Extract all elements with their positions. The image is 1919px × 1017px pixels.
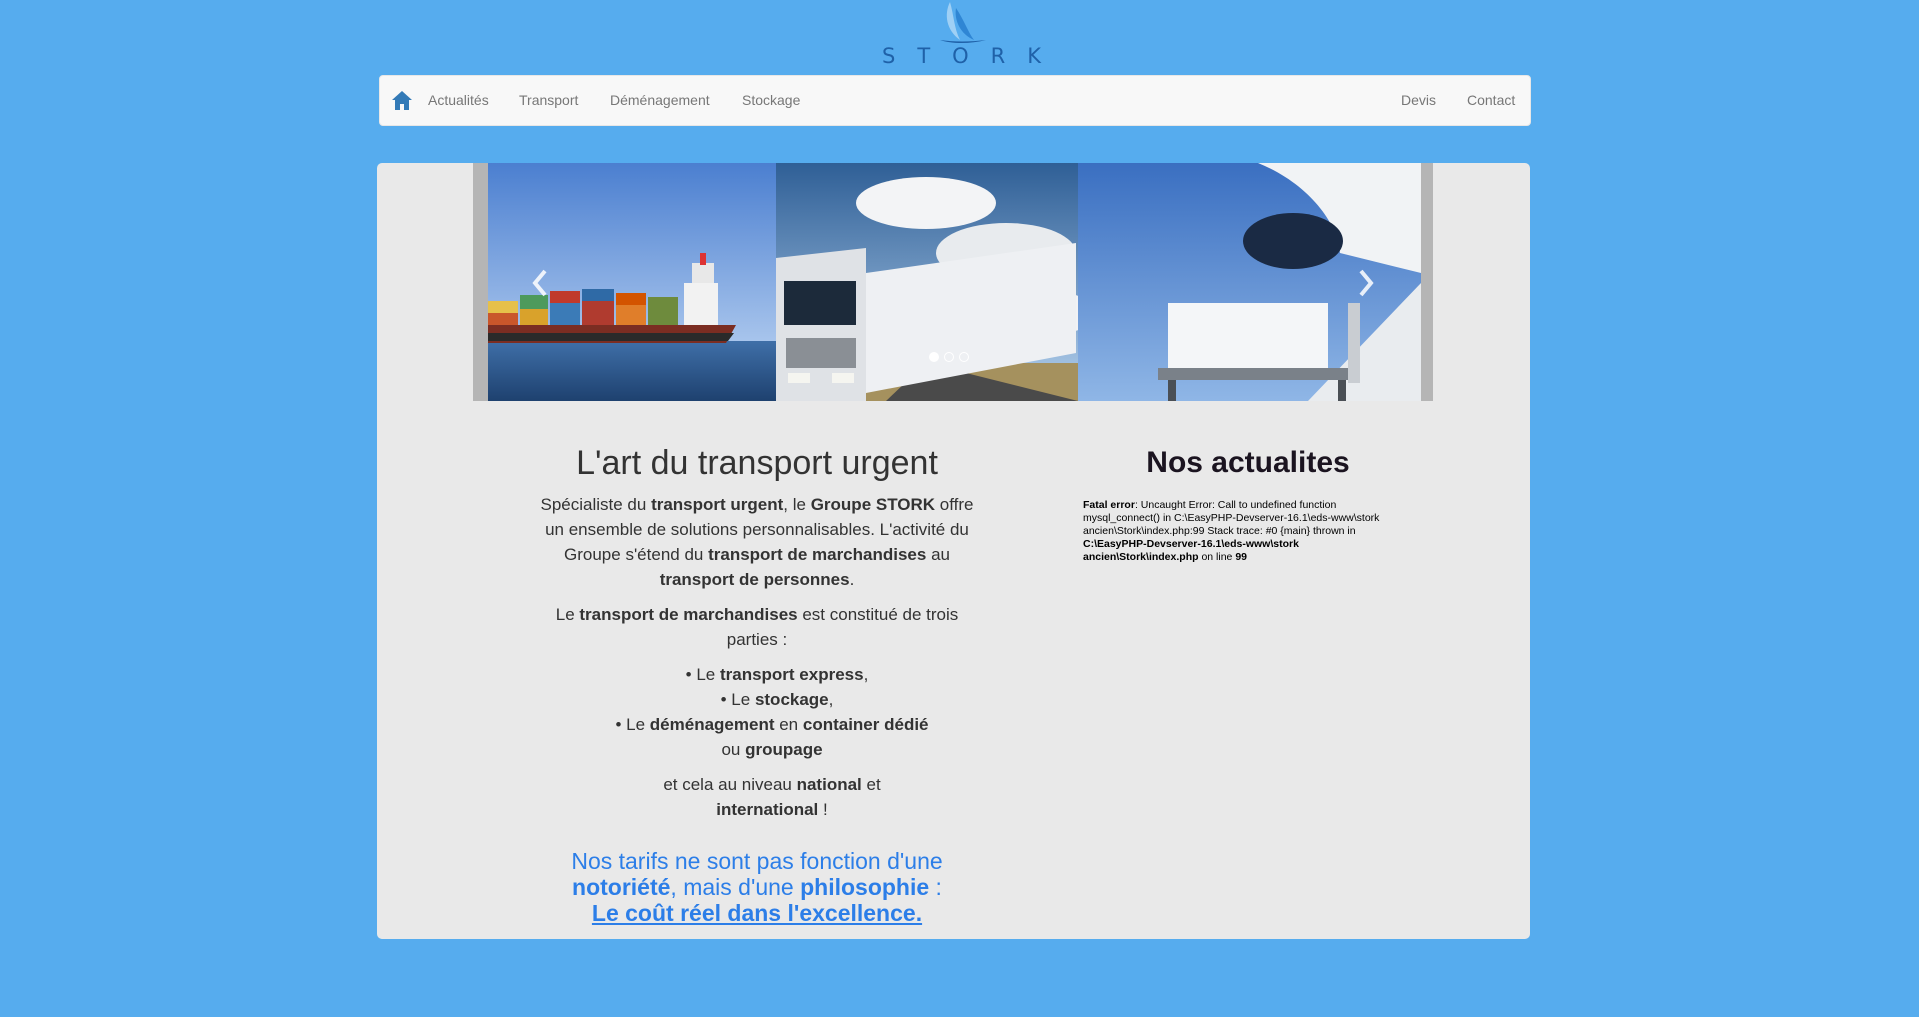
- home-button[interactable]: [380, 76, 424, 125]
- carousel-indicators: [929, 352, 969, 362]
- intro-paragraph-2: Le transport de marchandises est constit…: [555, 605, 959, 649]
- excellence-link[interactable]: Le coût réel dans l'excellence.: [592, 900, 922, 926]
- carousel-next-button[interactable]: [1351, 263, 1381, 303]
- main-navbar: Actualités Transport Déménagement Stocka…: [379, 75, 1531, 126]
- nav-actualites[interactable]: Actualités: [428, 76, 489, 125]
- nav-transport[interactable]: Transport: [519, 76, 578, 125]
- carousel-indicator-2[interactable]: [944, 352, 954, 362]
- nav-devis[interactable]: Devis: [1401, 76, 1436, 125]
- stork-bird-icon: [940, 2, 986, 43]
- list-item: • Le transport express,: [685, 665, 869, 684]
- list-item: • Le déménagement en container dédié ou …: [615, 715, 929, 759]
- slide-truck-image: [776, 163, 1078, 401]
- chevron-left-icon: [532, 269, 547, 297]
- intro-title: L'art du transport urgent: [576, 444, 938, 482]
- news-title: Nos actualites: [1146, 446, 1350, 479]
- list-item: • Le stockage,: [720, 690, 834, 709]
- home-icon: [392, 91, 412, 110]
- chevron-right-icon: [1359, 269, 1374, 297]
- intro-section: L'art du transport urgent Spécialiste du…: [537, 443, 977, 926]
- stork-logo[interactable]: STORK: [860, 0, 1060, 68]
- php-fatal-error-message: Fatal error: Uncaught Error: Call to und…: [1083, 499, 1380, 563]
- pricing-slogan: Nos tarifs ne sont pas fonction d'une no…: [571, 848, 943, 926]
- nav-contact[interactable]: Contact: [1467, 76, 1515, 125]
- intro-paragraph-3: et cela au niveau national et internatio…: [663, 775, 881, 819]
- nav-stockage[interactable]: Stockage: [742, 76, 800, 125]
- nav-demenagement[interactable]: Déménagement: [610, 76, 710, 125]
- services-list: • Le transport express, • Le stockage, •…: [537, 662, 977, 762]
- carousel-prev-button[interactable]: [525, 263, 555, 303]
- image-carousel: [473, 163, 1433, 401]
- intro-paragraph-1: Spécialiste du transport urgent, le Grou…: [540, 495, 974, 589]
- carousel-indicator-1[interactable]: [929, 352, 939, 362]
- logo-wordmark: STORK: [882, 44, 1064, 68]
- news-section: Nos actualites Fatal error: Uncaught Err…: [1083, 443, 1413, 564]
- main-content-panel: L'art du transport urgent Spécialiste du…: [377, 163, 1530, 939]
- carousel-indicator-3[interactable]: [959, 352, 969, 362]
